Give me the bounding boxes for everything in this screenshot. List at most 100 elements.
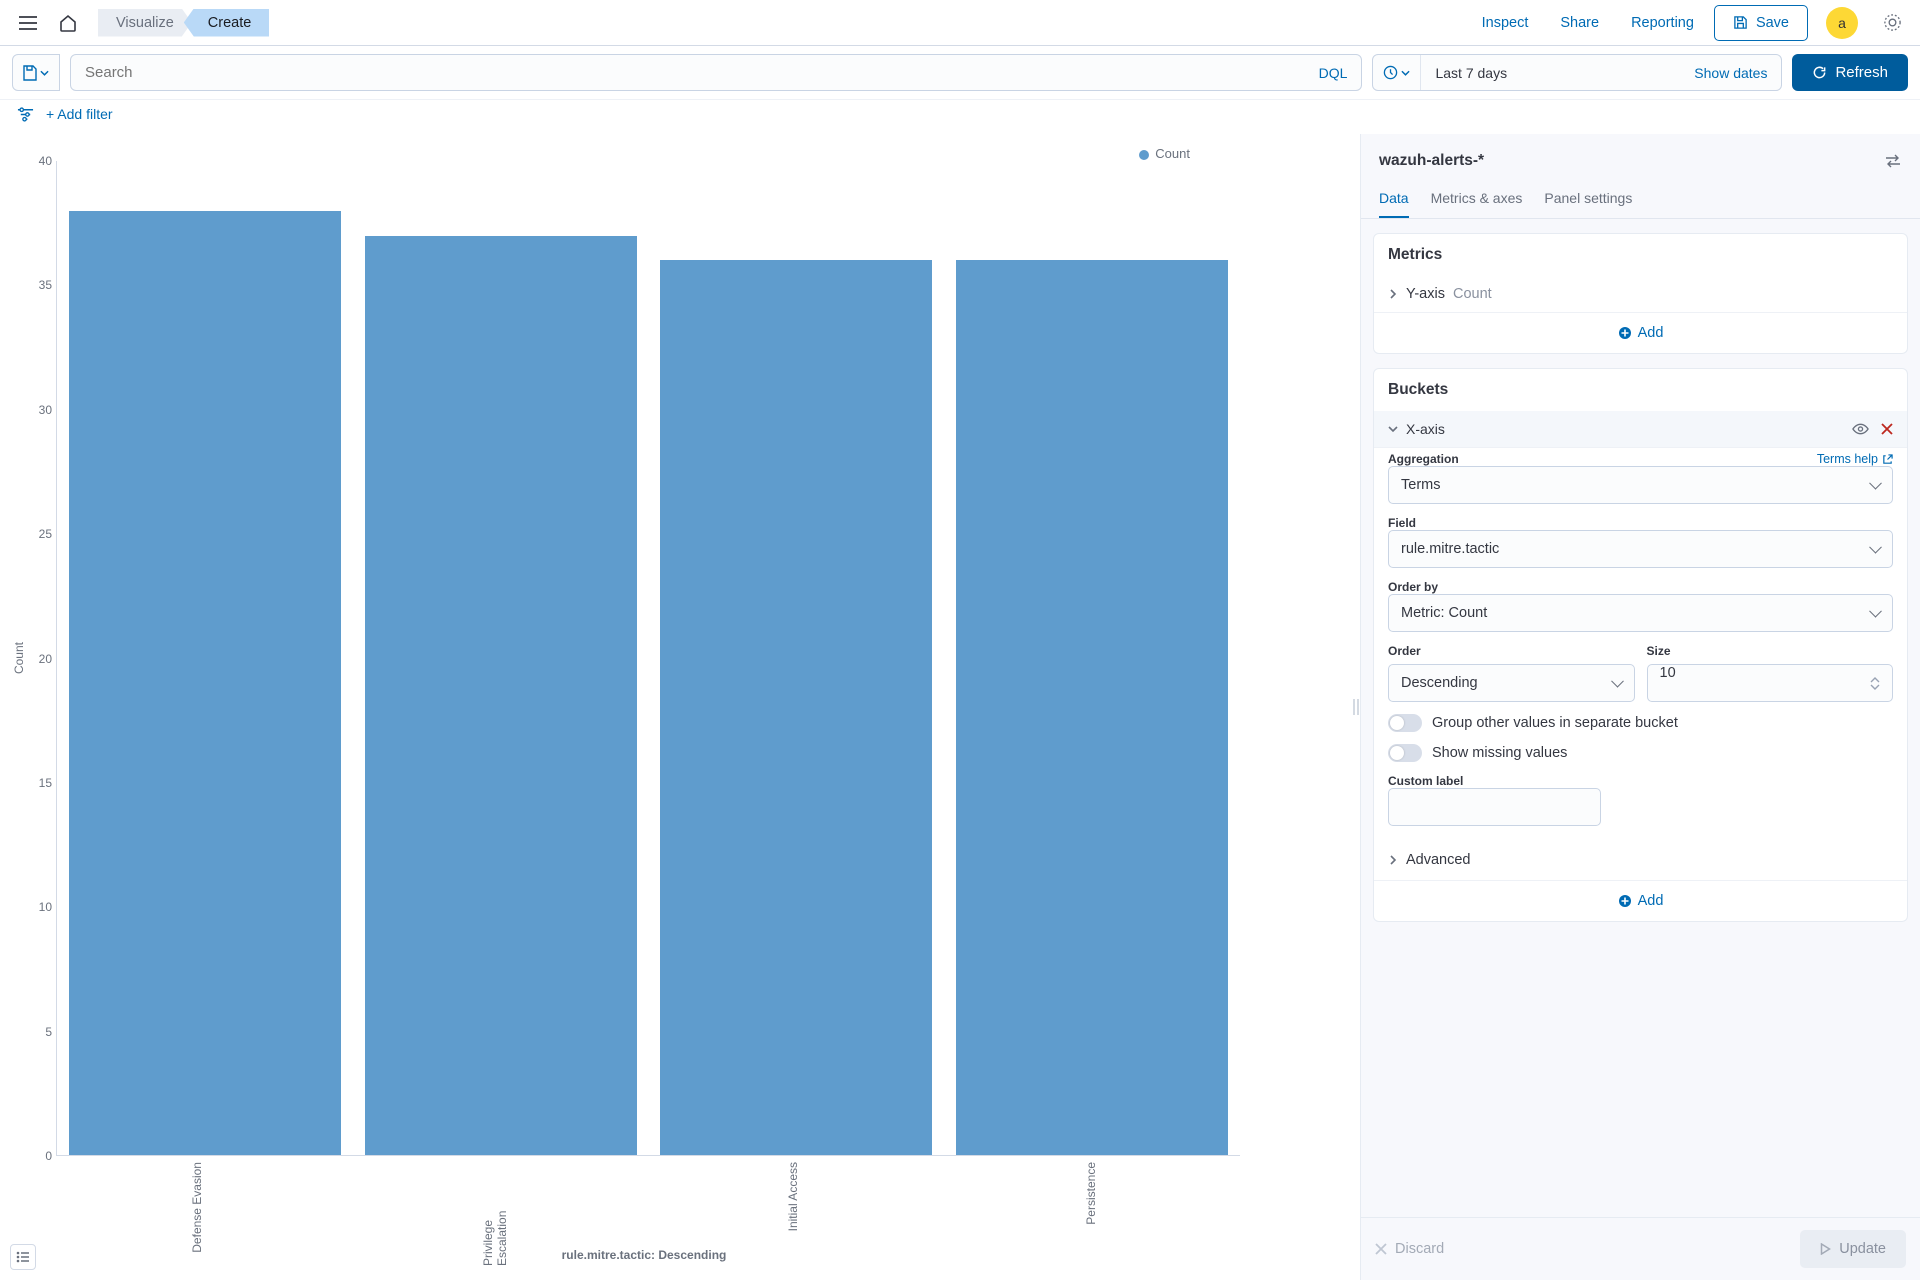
- terms-help-label: Terms help: [1817, 452, 1878, 466]
- chevron-down-icon: [1388, 424, 1398, 434]
- ytick: 15: [39, 776, 52, 790]
- metrics-card: Metrics Y-axis Count Add: [1373, 233, 1908, 354]
- y-axis-label: Count: [10, 642, 28, 674]
- breadcrumb-create[interactable]: Create: [184, 9, 270, 37]
- legend-toggle-button[interactable]: [10, 1244, 36, 1270]
- group-other-label: Group other values in separate bucket: [1432, 715, 1678, 731]
- date-range-text[interactable]: Last 7 days: [1421, 55, 1680, 90]
- filter-options-icon[interactable]: [14, 103, 36, 125]
- refresh-icon: [1812, 65, 1827, 80]
- metrics-add-button[interactable]: Add: [1374, 312, 1907, 353]
- y-axis-ticks: 0 5 10 15 20 25 30 35 40: [28, 161, 56, 1156]
- aggregation-select[interactable]: Terms: [1388, 466, 1893, 504]
- size-input[interactable]: 10: [1647, 664, 1894, 702]
- plus-circle-icon: [1618, 894, 1632, 908]
- chevron-down-icon: [1401, 70, 1410, 76]
- chart-legend: Count: [10, 146, 1340, 161]
- add-filter-button[interactable]: + Add filter: [46, 106, 113, 122]
- bucket-visibility-icon[interactable]: [1852, 423, 1869, 435]
- buckets-card: Buckets X-axis: [1373, 368, 1908, 922]
- ytick: 25: [39, 527, 52, 541]
- play-icon: [1820, 1243, 1831, 1255]
- metrics-title: Metrics: [1374, 234, 1907, 276]
- list-icon: [16, 1251, 30, 1263]
- newsfeed-icon[interactable]: [1876, 7, 1908, 39]
- tab-metrics-axes[interactable]: Metrics & axes: [1431, 182, 1523, 218]
- metrics-add-label: Add: [1638, 325, 1664, 341]
- show-dates-button[interactable]: Show dates: [1680, 55, 1781, 90]
- metric-yaxis-row[interactable]: Y-axis Count: [1374, 276, 1907, 312]
- inspect-link[interactable]: Inspect: [1470, 9, 1541, 37]
- bucket-xaxis-label: X-axis: [1406, 421, 1445, 437]
- stepper-up-icon[interactable]: [1870, 677, 1880, 683]
- buckets-add-label: Add: [1638, 893, 1664, 909]
- dql-toggle[interactable]: DQL: [1305, 55, 1362, 90]
- chevron-down-icon: [40, 70, 49, 76]
- bar-plot: [56, 161, 1240, 1156]
- disk-icon: [23, 65, 37, 81]
- clock-icon: [1383, 65, 1398, 80]
- advanced-label: Advanced: [1406, 852, 1471, 868]
- aggregation-label: Aggregation: [1388, 452, 1459, 466]
- advanced-toggle[interactable]: Advanced: [1374, 840, 1907, 880]
- field-select[interactable]: rule.mitre.tactic: [1388, 530, 1893, 568]
- share-link[interactable]: Share: [1548, 9, 1611, 37]
- saved-queries-button[interactable]: [12, 54, 60, 91]
- update-label: Update: [1839, 1241, 1886, 1257]
- order-select[interactable]: Descending: [1388, 664, 1635, 702]
- index-pattern-selector[interactable]: wazuh-alerts-*: [1379, 152, 1484, 170]
- legend-label: Count: [1155, 146, 1190, 161]
- chart-bar: [69, 211, 341, 1155]
- close-icon: [1375, 1243, 1387, 1255]
- tab-panel-settings[interactable]: Panel settings: [1544, 182, 1632, 218]
- show-missing-label: Show missing values: [1432, 745, 1567, 761]
- metric-yaxis-label: Y-axis: [1406, 286, 1445, 302]
- chart-area: Count Count 0 5 10 15 20 25 30 35 40 Def…: [0, 134, 1360, 1280]
- discard-label: Discard: [1395, 1241, 1444, 1257]
- breadcrumb-visualize[interactable]: Visualize: [98, 9, 192, 37]
- size-label: Size: [1647, 644, 1671, 658]
- legend-dot-icon: [1139, 150, 1149, 160]
- ytick: 40: [39, 154, 52, 168]
- refresh-button-label: Refresh: [1835, 64, 1888, 81]
- ytick: 20: [39, 652, 52, 666]
- discard-button: Discard: [1375, 1241, 1444, 1257]
- ytick: 35: [39, 278, 52, 292]
- bucket-xaxis-header[interactable]: X-axis: [1374, 411, 1907, 448]
- metric-yaxis-sub-label: Count: [1453, 286, 1492, 302]
- home-icon[interactable]: [52, 7, 84, 39]
- x-axis-label: rule.mitre.tactic: Descending: [48, 1248, 1240, 1262]
- terms-help-link[interactable]: Terms help: [1817, 452, 1893, 466]
- plus-circle-icon: [1618, 326, 1632, 340]
- index-pattern-switch-icon[interactable]: [1880, 148, 1906, 174]
- date-quick-button[interactable]: [1373, 55, 1421, 90]
- chart-bar: [660, 260, 932, 1155]
- ytick: 10: [39, 900, 52, 914]
- stepper-down-icon[interactable]: [1870, 684, 1880, 690]
- avatar[interactable]: a: [1826, 7, 1858, 39]
- show-missing-toggle[interactable]: [1388, 744, 1422, 762]
- orderby-select[interactable]: Metric: Count: [1388, 594, 1893, 632]
- resize-handle[interactable]: [1351, 692, 1361, 722]
- custom-label-input[interactable]: [1388, 788, 1601, 826]
- breadcrumb: Visualize Create: [98, 9, 269, 37]
- update-button: Update: [1800, 1230, 1906, 1268]
- search-input[interactable]: [71, 55, 1305, 90]
- buckets-title: Buckets: [1374, 369, 1907, 411]
- bucket-delete-icon[interactable]: [1881, 423, 1893, 435]
- save-button[interactable]: Save: [1714, 5, 1808, 41]
- group-other-toggle[interactable]: [1388, 714, 1422, 732]
- chart-bar: [956, 260, 1228, 1155]
- ytick: 30: [39, 403, 52, 417]
- refresh-button[interactable]: Refresh: [1792, 54, 1908, 91]
- menu-toggle-icon[interactable]: [12, 7, 44, 39]
- popout-icon: [1882, 454, 1893, 465]
- tab-data[interactable]: Data: [1379, 182, 1409, 218]
- order-label: Order: [1388, 644, 1421, 658]
- chart-bar: [365, 236, 637, 1155]
- field-label: Field: [1388, 516, 1416, 530]
- ytick: 5: [45, 1025, 52, 1039]
- reporting-link[interactable]: Reporting: [1619, 9, 1706, 37]
- orderby-label: Order by: [1388, 580, 1438, 594]
- buckets-add-button[interactable]: Add: [1374, 880, 1907, 921]
